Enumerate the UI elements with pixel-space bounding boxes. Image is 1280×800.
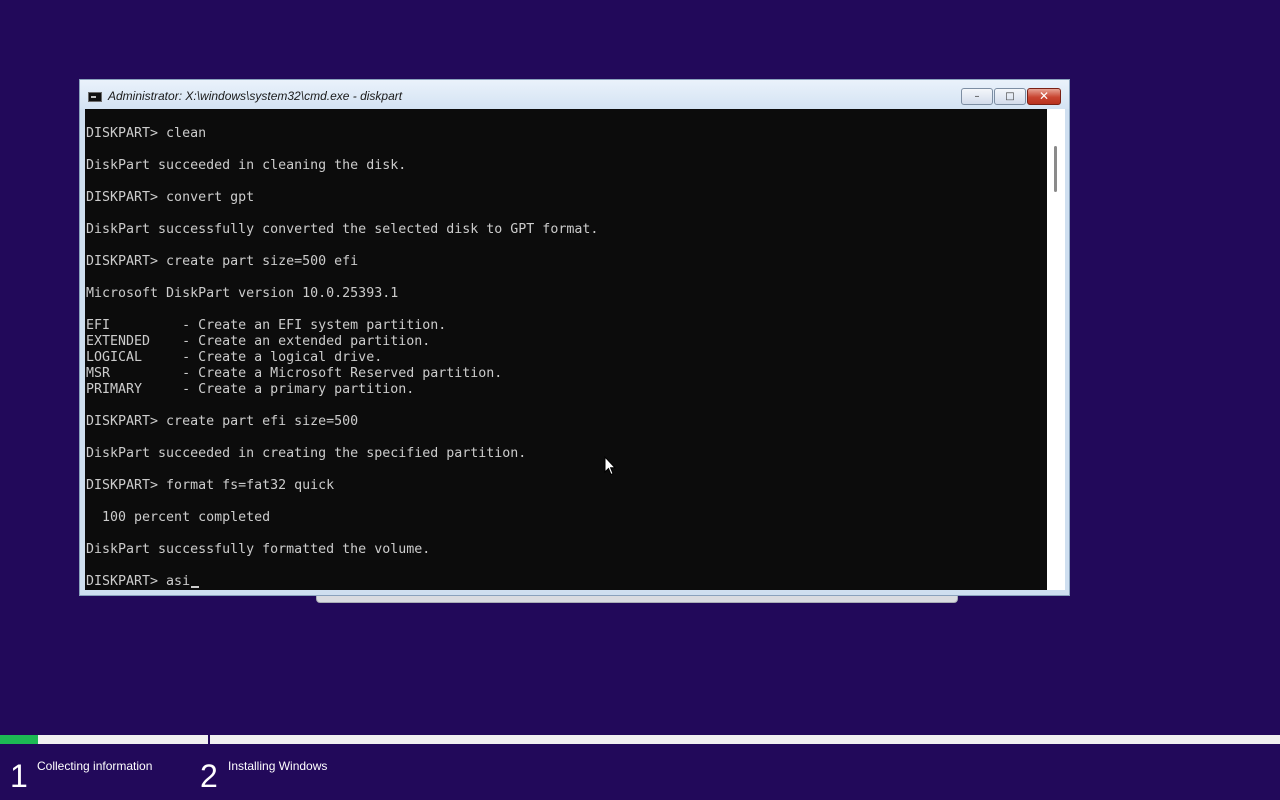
console-text: DISKPART> clean DiskPart succeeded in cl… (86, 126, 598, 590)
console-line: Microsoft DiskPart version 10.0.25393.1 (86, 286, 399, 301)
console-line: DISKPART> convert gpt (86, 190, 255, 205)
setup-progress-bar (0, 735, 1280, 744)
console-line: LOGICAL - Create a logical drive. (86, 350, 383, 365)
maximize-button[interactable]: □ (994, 88, 1026, 105)
window-title: Administrator: X:\windows\system32\cmd.e… (108, 89, 403, 103)
scrollbar-thumb[interactable] (1054, 146, 1057, 192)
console-line: DiskPart successfully formatted the volu… (86, 542, 431, 557)
step-2-number: 2 (200, 758, 218, 794)
cmd-window[interactable]: Administrator: X:\windows\system32\cmd.e… (79, 79, 1070, 596)
console-line: MSR - Create a Microsoft Reserved partit… (86, 366, 503, 381)
console-line: DiskPart succeeded in cleaning the disk. (86, 158, 407, 173)
step-2-label: Installing Windows (228, 759, 328, 773)
step-1-number: 1 (10, 758, 28, 794)
console-line: DISKPART> create part size=500 efi (86, 254, 359, 269)
minimize-icon: – (974, 91, 980, 102)
mouse-pointer-icon (604, 456, 616, 476)
close-button[interactable]: ✕ (1027, 88, 1061, 105)
console-line: DiskPart successfully converted the sele… (86, 222, 599, 237)
text-cursor (191, 586, 200, 588)
console-line: DISKPART> format fs=fat32 quick (86, 478, 335, 493)
minimize-button[interactable]: – (961, 88, 993, 105)
close-icon: ✕ (1038, 89, 1050, 103)
cmd-icon (88, 92, 102, 102)
title-bar[interactable]: Administrator: X:\windows\system32\cmd.e… (80, 80, 1069, 109)
progress-fill (0, 735, 39, 744)
command-input-line[interactable]: DISKPART> asi (86, 574, 190, 589)
step-1-label: Collecting information (37, 759, 153, 773)
console-history: DISKPART> clean DiskPart succeeded in cl… (86, 126, 598, 557)
console-line: DISKPART> clean (86, 126, 207, 141)
console-line: EXTENDED - Create an extended partition. (86, 334, 431, 349)
vertical-scrollbar[interactable] (1047, 109, 1065, 590)
console-line: DISKPART> create part efi size=500 (86, 414, 359, 429)
console-line: 100 percent completed (102, 510, 271, 525)
console-line: DiskPart succeeded in creating the speci… (86, 446, 527, 461)
maximize-icon: □ (1005, 91, 1015, 102)
console-output-area[interactable]: DISKPART> clean DiskPart succeeded in cl… (85, 109, 1047, 590)
progress-step-divider (208, 735, 210, 744)
console-line: EFI - Create an EFI system partition. (86, 318, 447, 333)
console-line: PRIMARY - Create a primary partition. (86, 382, 415, 397)
